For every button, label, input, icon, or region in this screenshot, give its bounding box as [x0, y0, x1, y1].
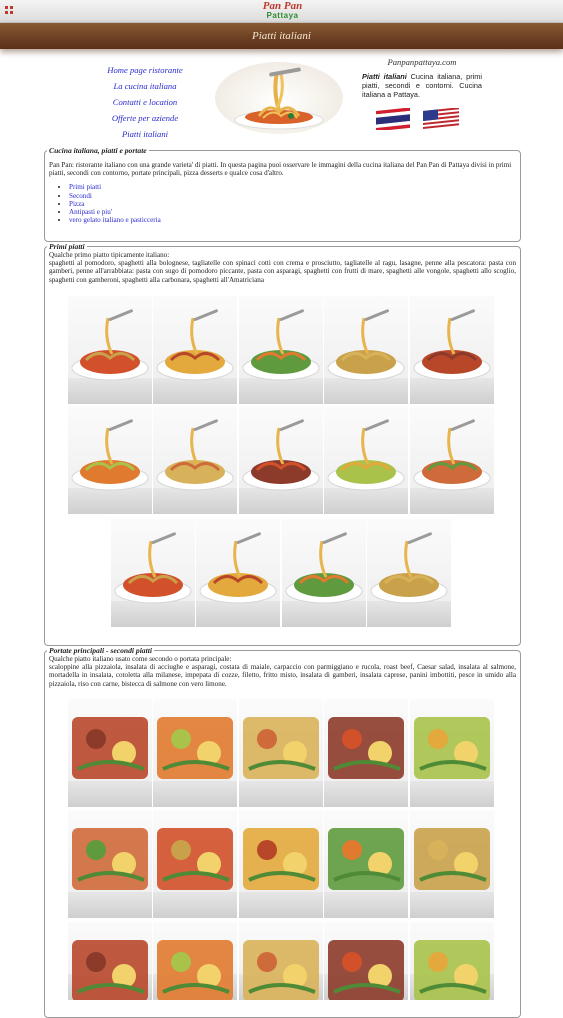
pasta-photo — [324, 406, 408, 514]
section-primi-lead: Qualche primo piatto tipicamente italian… — [49, 251, 170, 259]
main-nav: Home page ristorante La cucina italiana … — [90, 62, 200, 142]
section-cucina-text: Pan Pan: ristorante italiano con una gra… — [49, 161, 512, 178]
main-course-photo — [153, 922, 237, 1000]
nav-link-piatti[interactable]: Piatti italiani — [90, 126, 200, 142]
pasta-photo — [68, 406, 152, 514]
main-course-photo — [239, 810, 323, 918]
hero-pasta-image — [215, 62, 343, 134]
main-course-photo — [68, 699, 152, 807]
nav-link-cucina[interactable]: La cucina italiana — [90, 78, 200, 94]
pasta-photo — [367, 519, 451, 627]
menu-grid-icon[interactable] — [5, 6, 14, 15]
pasta-photo — [239, 406, 323, 514]
link-gelato[interactable]: vero gelato italiano e pasticceria — [69, 216, 161, 224]
main-course-photo — [410, 699, 494, 807]
main-course-photo — [410, 922, 494, 1000]
main-course-photo — [324, 810, 408, 918]
site-logo[interactable]: Pan Pan Pattaya — [255, 0, 310, 21]
pasta-photo — [410, 406, 494, 514]
section-links: Primi piatti Secondi Pizza Antipasti e p… — [49, 183, 516, 224]
link-pizza[interactable]: Pizza — [69, 200, 84, 208]
list-item: Primi piatti — [69, 183, 516, 191]
intro-summary: Piatti italiani Cucina italiana, primi p… — [362, 72, 482, 99]
nav-link-contatti[interactable]: Contatti e location — [90, 94, 200, 110]
main-course-photo — [410, 810, 494, 918]
main-course-photo — [239, 922, 323, 1000]
pasta-photo — [153, 296, 237, 404]
list-item: Antipasti e piu' — [69, 208, 516, 216]
main-course-photo — [68, 922, 152, 1000]
main-course-photo — [153, 810, 237, 918]
logo-line2: Pattaya — [266, 11, 299, 20]
main-course-photo — [239, 699, 323, 807]
link-antipasti[interactable]: Antipasti e piu' — [69, 208, 112, 216]
section-secondi-lead: Qualche piatto italiano usato come secon… — [49, 655, 232, 663]
page-title: Piatti italiani — [252, 30, 311, 42]
title-banner: Piatti italiani — [0, 23, 563, 49]
section-primi-title: Primi piatti — [49, 242, 85, 251]
section-primi-text: spaghetti al pomodoro, spaghetti alla bo… — [49, 259, 516, 284]
pasta-photo — [111, 519, 195, 627]
top-bar: Pan Pan Pattaya — [0, 0, 563, 23]
section-secondi-text: scaloppine alla pizzaiola, insalata di a… — [49, 663, 516, 688]
list-item: Secondi — [69, 192, 516, 200]
site-url: Panpanpattaya.com — [387, 57, 457, 67]
intro-bold: Piatti italiani — [362, 72, 407, 81]
section-cucina-title: Cucina italiana, piatti e portate — [49, 146, 147, 155]
section-cucina: Cucina italiana, piatti e portate Pan Pa… — [44, 146, 521, 242]
thailand-flag-icon[interactable] — [376, 107, 412, 132]
pasta-photo — [153, 406, 237, 514]
main-course-photo — [153, 699, 237, 807]
nav-link-offerte[interactable]: Offerte per aziende — [90, 110, 200, 126]
pasta-photo — [410, 296, 494, 404]
pasta-photo — [196, 519, 280, 627]
main-course-photo — [324, 922, 408, 1000]
nav-link-home[interactable]: Home page ristorante — [90, 62, 200, 78]
section-primi-body: Qualche primo piatto tipicamente italian… — [45, 251, 520, 284]
pasta-photo — [68, 296, 152, 404]
section-secondi-title: Portate principali - secondi piatti — [49, 646, 152, 655]
section-secondi-body: Qualche piatto italiano usato come secon… — [45, 655, 520, 688]
list-item: Pizza — [69, 200, 516, 208]
logo-line1: Pan Pan — [262, 0, 303, 12]
link-primi[interactable]: Primi piatti — [69, 183, 101, 191]
pasta-photo — [324, 296, 408, 404]
usa-flag-icon[interactable] — [423, 107, 461, 131]
section-cucina-body: Pan Pan: ristorante italiano con una gra… — [45, 161, 520, 224]
link-secondi[interactable]: Secondi — [69, 192, 92, 200]
list-item: vero gelato italiano e pasticceria — [69, 216, 516, 224]
main-course-photo — [68, 810, 152, 918]
pasta-photo — [282, 519, 366, 627]
pasta-photo — [239, 296, 323, 404]
main-course-photo — [324, 699, 408, 807]
